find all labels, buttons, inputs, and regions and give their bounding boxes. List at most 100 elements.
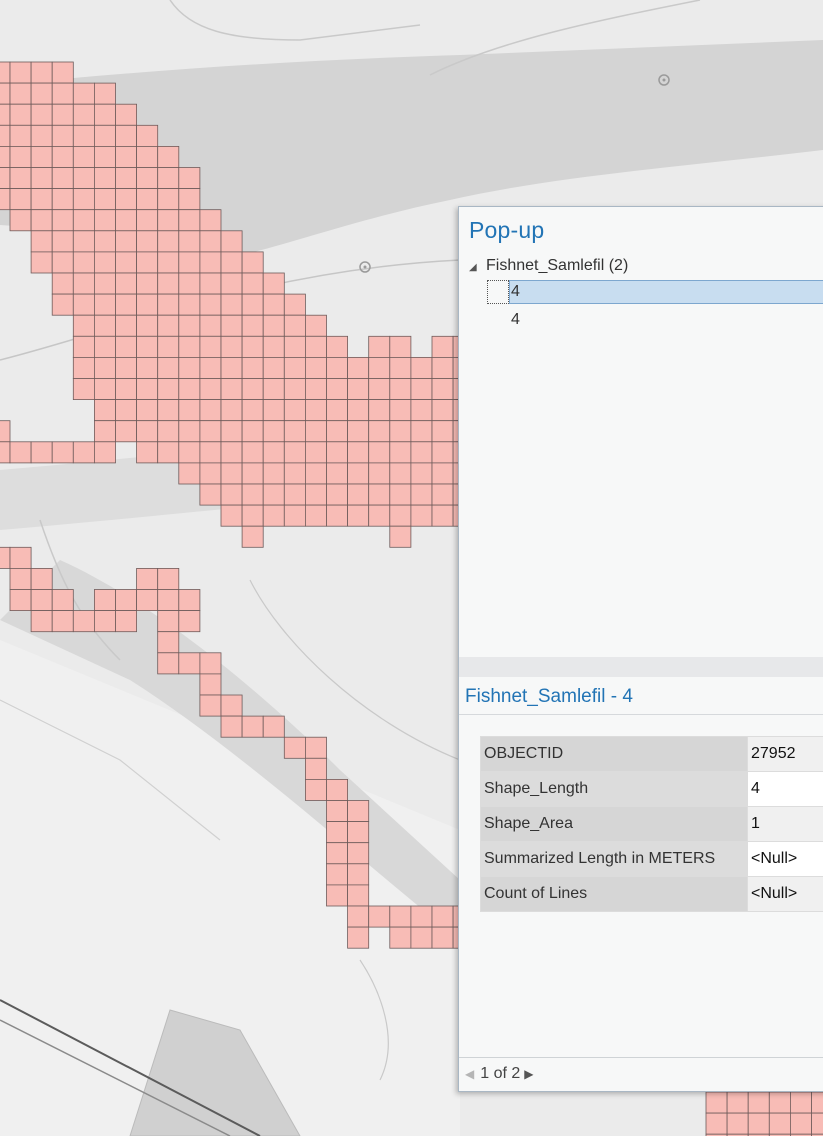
fishnet-cell[interactable] [304,504,327,527]
fishnet-cell[interactable] [368,399,391,422]
fishnet-cell[interactable] [283,293,306,316]
fishnet-cell[interactable] [368,335,391,358]
fishnet-cell[interactable] [347,483,370,506]
fishnet-cell[interactable] [157,441,180,464]
fishnet-cell[interactable] [115,589,138,612]
fishnet-cell[interactable] [199,272,222,295]
fishnet-cell[interactable] [178,378,201,401]
fishnet-cell[interactable] [115,378,138,401]
fishnet-cell[interactable] [304,483,327,506]
fishnet-cell[interactable] [94,610,116,633]
fishnet-cell[interactable] [705,1091,728,1114]
fishnet-cell[interactable] [136,251,159,274]
panel-splitter[interactable] [459,657,823,677]
fishnet-cell[interactable] [726,1091,749,1114]
fishnet-cell[interactable] [304,757,327,780]
fishnet-cell[interactable] [94,145,116,168]
fishnet-cell[interactable] [115,399,138,422]
fishnet-cell[interactable] [115,188,138,211]
fishnet-cell[interactable] [0,167,11,190]
fishnet-cell[interactable] [326,441,349,464]
fishnet-cell[interactable] [115,209,138,232]
fishnet-cell[interactable] [410,378,433,401]
fishnet-cell[interactable] [9,441,32,464]
fishnet-cell[interactable] [157,293,180,316]
fishnet-cell[interactable] [157,230,180,253]
fishnet-cell[interactable] [94,82,116,105]
fishnet-cell[interactable] [347,420,370,443]
fishnet-cell[interactable] [199,441,222,464]
fishnet-cell[interactable] [410,462,433,485]
fishnet-cell[interactable] [30,251,53,274]
fishnet-cell[interactable] [220,335,243,358]
fishnet-cell[interactable] [241,462,264,485]
triangle-down-icon[interactable]: ◢ [469,262,481,273]
fishnet-cell[interactable] [326,483,349,506]
fishnet-cell[interactable] [304,356,327,379]
fishnet-cell[interactable] [347,863,370,886]
fishnet-cell[interactable] [347,821,370,844]
fishnet-cell[interactable] [72,314,95,337]
fishnet-cell[interactable] [178,462,201,485]
fishnet-cell[interactable] [199,230,222,253]
fishnet-cell[interactable] [241,293,264,316]
fishnet-cell[interactable] [283,420,306,443]
fishnet-cell[interactable] [304,779,327,801]
fishnet-cell[interactable] [199,251,222,274]
fishnet-cell[interactable] [199,652,222,675]
fishnet-cell[interactable] [262,314,285,337]
fishnet-cell[interactable] [368,420,391,443]
fishnet-cell[interactable] [199,462,222,485]
fishnet-cell[interactable] [262,462,285,485]
fishnet-cell[interactable] [157,314,180,337]
fishnet-cell[interactable] [431,420,454,443]
fishnet-cell[interactable] [178,314,201,337]
fishnet-cell[interactable] [136,230,159,253]
fishnet-cell[interactable] [115,124,138,147]
fishnet-cell[interactable] [94,188,116,211]
fishnet-cell[interactable] [51,167,74,190]
fishnet-cell[interactable] [283,462,306,485]
fishnet-cell[interactable] [304,462,327,485]
fishnet-cell[interactable] [199,483,222,506]
fishnet-cell[interactable] [283,378,306,401]
fishnet-cell[interactable] [30,82,53,105]
fishnet-cell[interactable] [220,694,243,717]
fishnet-cell[interactable] [326,779,349,801]
fishnet-cell[interactable] [199,209,222,232]
fishnet-cell[interactable] [51,251,74,274]
fishnet-cell[interactable] [431,462,454,485]
fishnet-cell[interactable] [178,652,201,675]
fishnet-cell[interactable] [94,399,116,422]
fishnet-cell[interactable] [241,483,264,506]
fishnet-cell[interactable] [51,293,74,316]
fishnet-cell[interactable] [199,673,222,696]
fishnet-cell[interactable] [72,145,95,168]
fishnet-cell[interactable] [304,441,327,464]
fishnet-cell[interactable] [410,420,433,443]
fishnet-cell[interactable] [326,378,349,401]
fishnet-cell[interactable] [262,378,285,401]
fishnet-cell[interactable] [178,272,201,295]
fishnet-cell[interactable] [389,356,412,379]
fishnet-cell[interactable] [326,842,349,865]
fishnet-cell[interactable] [220,251,243,274]
fishnet-cell[interactable] [283,314,306,337]
fishnet-cell[interactable] [30,441,53,464]
fishnet-cell[interactable] [94,420,116,443]
fishnet-cell[interactable] [347,356,370,379]
fishnet-cell[interactable] [262,272,285,295]
fishnet-cell[interactable] [72,230,95,253]
fishnet-cell[interactable] [9,124,32,147]
fishnet-cell[interactable] [157,272,180,295]
fishnet-cell[interactable] [9,546,32,569]
fishnet-cell[interactable] [136,145,159,168]
fishnet-cell[interactable] [178,420,201,443]
fishnet-cell[interactable] [136,209,159,232]
fishnet-cell[interactable] [157,145,180,168]
fishnet-cell[interactable] [199,335,222,358]
fishnet-cell[interactable] [726,1112,749,1135]
fishnet-cell[interactable] [220,230,243,253]
fishnet-cell[interactable] [389,905,412,928]
fishnet-cell[interactable] [0,124,11,147]
